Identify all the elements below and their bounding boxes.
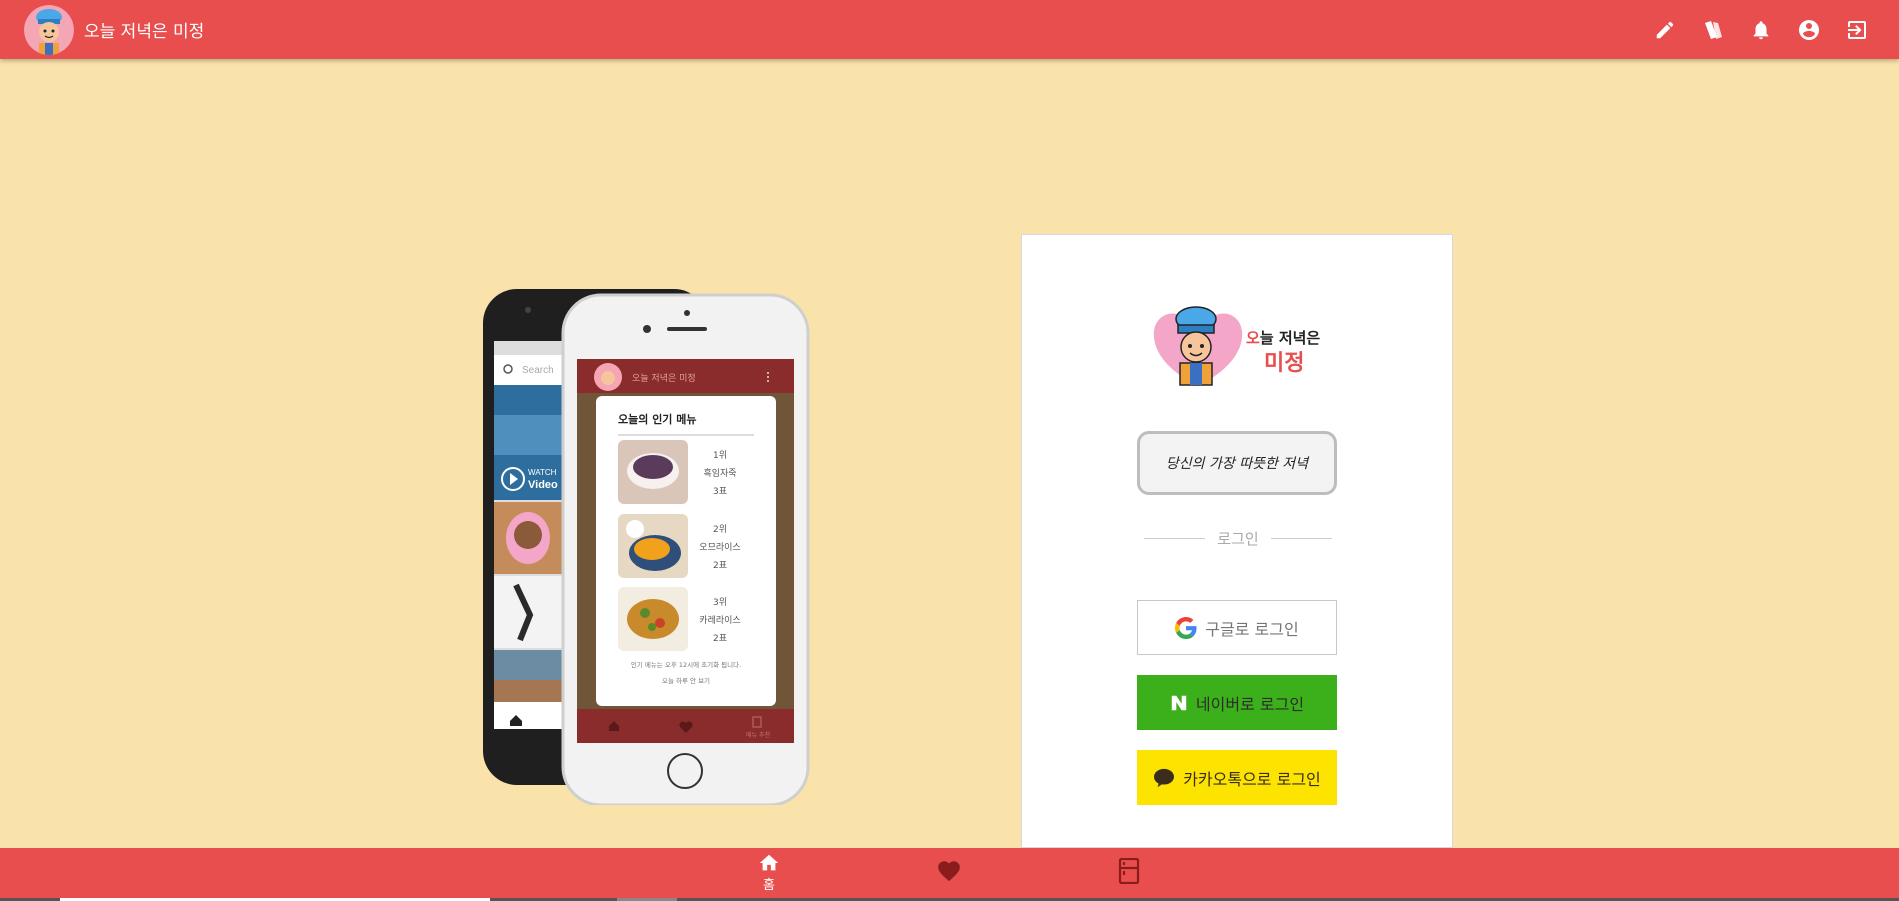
popular-menu-title: 오늘의 인기 메뉴 [618,412,697,426]
slogan-box: 당신의 가장 따뜻한 저녁 [1137,431,1337,495]
edit-button[interactable] [1651,16,1679,44]
front-phone-app-title: 오늘 저녁은 미정 [632,373,696,384]
phone-mockup-illustration: Search WATCH Video 오늘 저녁은 미정 오늘의 인기 메뉴 1… [480,285,810,807]
popular-hide-today: 오늘 하루 안 보기 [662,676,710,685]
google-login-label: 구글로 로그인 [1205,619,1299,639]
naver-login-label: 네이버로 로그인 [1195,694,1305,714]
popular-item-1-votes: 3표 [713,487,727,497]
logout-icon [1848,20,1866,39]
pencil-icon [1656,21,1674,38]
header-actions [1651,0,1871,59]
home-icon [759,854,779,871]
nav-fridge[interactable] [1099,852,1159,898]
divider-line-right [1270,538,1332,539]
account-circle-icon [1799,19,1819,40]
kakao-login-button[interactable]: 카카오톡으로 로그인 [1137,750,1337,805]
popular-item-1-name: 흑임자죽 [703,467,736,479]
brand-accent: 오 [1246,329,1260,347]
app-title: 오늘 저녁은 미정 [84,22,205,42]
popular-item-2-name: 오므라이스 [699,542,740,553]
login-card: 오늘 저녁은 미정 당신의 가장 따뜻한 저녁 로그인 구글로 로그인 네이버로… [1021,234,1453,848]
front-phone-nav-label: 메뉴 추천 [746,731,770,739]
google-login-button[interactable]: 구글로 로그인 [1137,600,1337,655]
back-phone-video-small: WATCH [528,468,557,477]
brand-logo: 오늘 저녁은 미정 [1148,301,1338,391]
popular-item-3-rank: 3위 [713,597,727,608]
app-bar: 오늘 저녁은 미정 [0,0,1899,59]
bell-icon [1753,20,1769,39]
back-phone-search-text: Search [522,365,554,376]
cards-icon [1705,20,1722,39]
back-phone-video-label: Video [528,479,558,491]
heart-icon [938,861,960,882]
kakao-chat-icon [1154,768,1175,787]
popular-item-2-votes: 2표 [713,561,727,571]
login-divider: 로그인 [1144,528,1332,549]
kakao-login-label: 카카오톡으로 로그인 [1183,769,1321,789]
nav-favorites[interactable] [919,852,979,898]
popular-item-3-votes: 2표 [713,634,727,644]
google-icon [1175,616,1197,639]
nav-home-label: 홈 [763,878,775,893]
cards-button[interactable] [1699,16,1727,44]
logout-button[interactable] [1843,16,1871,44]
popular-item-3-name: 카레라이스 [699,615,740,626]
bottom-navigation: 홈 [0,848,1899,901]
chef-avatar[interactable] [24,5,74,55]
nav-home[interactable]: 홈 [739,852,799,898]
notifications-button[interactable] [1747,16,1775,44]
naver-icon [1171,695,1187,710]
popular-item-2-rank: 2위 [713,524,727,535]
popular-item-1-rank: 1위 [713,450,727,461]
divider-line-left [1144,538,1206,539]
popular-reset-note: 인기 메뉴는 오후 12시에 초기화 됩니다. [631,660,741,669]
brand-text-main: 미정 [1264,351,1305,376]
divider-label: 로그인 [1217,530,1259,548]
profile-button[interactable] [1795,16,1823,44]
naver-login-button[interactable]: 네이버로 로그인 [1137,675,1337,730]
fridge-icon [1118,858,1140,884]
